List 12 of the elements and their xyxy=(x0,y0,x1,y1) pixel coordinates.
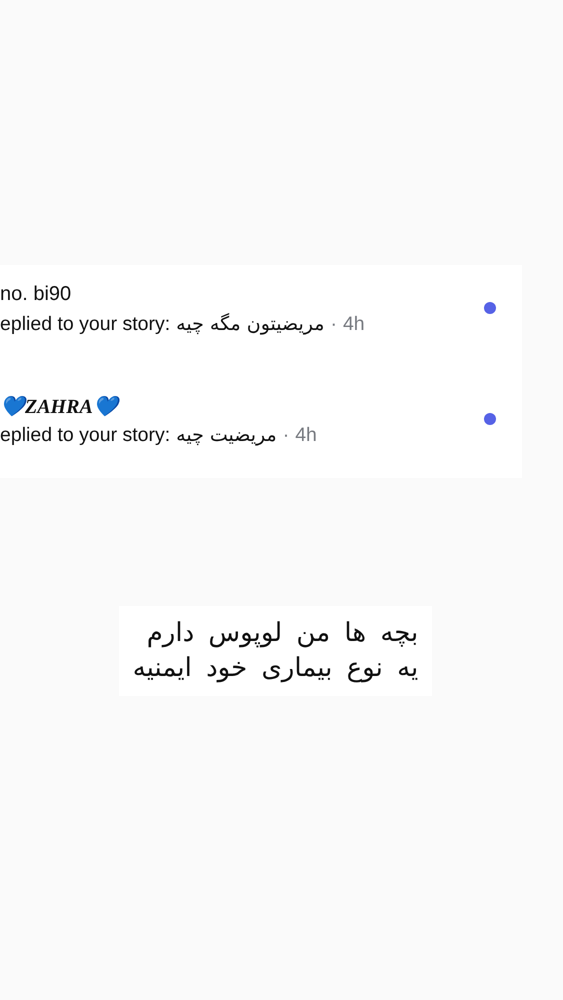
timestamp: 4h xyxy=(342,313,365,336)
reply-label: eplied to your story: xyxy=(0,424,170,447)
caption-line: یه نوع بیماری خود ایمنیه xyxy=(132,652,418,685)
username[interactable]: 💙ZAHRA💙 xyxy=(0,394,118,422)
caption-line: بچه ها من لوپوس دارم xyxy=(146,617,418,650)
reply-message: مریضیت چیه xyxy=(176,424,277,446)
reply-message: مریضیتون مگه چیه xyxy=(176,313,324,335)
time-separator: · xyxy=(330,313,337,336)
username[interactable]: no. bi90 xyxy=(0,283,72,311)
reply-label: eplied to your story: xyxy=(0,313,170,336)
time-separator: · xyxy=(282,424,290,447)
timestamp: 4h xyxy=(295,424,317,447)
